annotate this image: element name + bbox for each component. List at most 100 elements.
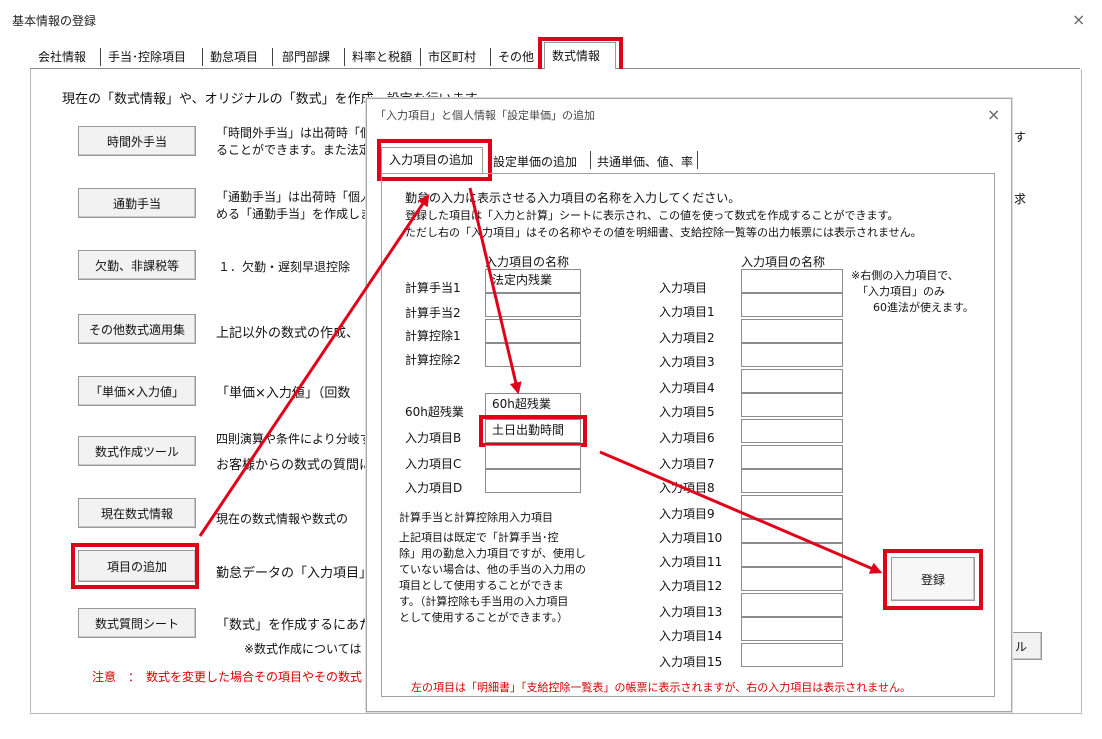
tab-rates-taxes[interactable]: 料率と税額 [352, 46, 412, 68]
commute-button[interactable]: 通勤手当 [78, 188, 196, 218]
overtime-button[interactable]: 時間外手当 [78, 126, 196, 156]
right-label-1: 入力項目1 [659, 305, 715, 319]
calc-desc-5: す。（計算控除も手当用の入力項目 [399, 595, 569, 608]
desc-question: 「数式」を作成するにあたり [216, 618, 366, 633]
left-label-input-d: 入力項目D [405, 481, 463, 495]
dialog-tab-separator [697, 151, 698, 169]
right-field-6[interactable] [741, 419, 843, 443]
tab-municipality[interactable]: 市区町村 [428, 46, 476, 68]
right-label-5: 入力項目5 [659, 405, 715, 419]
desc-unit-price: 「単価×入力値」（回数 [216, 386, 351, 401]
tab-separator [202, 48, 203, 66]
right-fragment-1: す [1014, 130, 1027, 144]
right-field-7[interactable] [741, 445, 843, 469]
highlight-register [883, 549, 983, 610]
right-field-3[interactable] [741, 343, 843, 367]
right-field-9[interactable] [741, 495, 843, 519]
formula-question-button[interactable]: 数式質問シート [78, 608, 196, 638]
dialog-instruction-2: 登録した項目は「入力と計算」シートに表示され、この値を使って数式を作成することが… [405, 209, 899, 222]
window-title: 基本情報の登録 [12, 14, 97, 28]
dialog-footer-note: 左の項目は「明細書」「支給控除一覧表」の帳票に表示されますが、右の入力項目は表示… [411, 681, 911, 694]
desc-tool-1: 四則演算や条件により分岐す [216, 432, 366, 446]
calc-desc-4: 項目として使用することができま [399, 579, 564, 592]
right-label-13: 入力項目13 [659, 605, 723, 619]
tab-allowance-deduction[interactable]: 手当･控除項目 [108, 46, 186, 68]
tab-separator [100, 48, 101, 66]
left-label-60h-overtime: 60h超残業 [405, 405, 464, 419]
right-note-1: ※右側の入力項目で、 [851, 269, 959, 282]
desc-commute-2: める「通勤手当」を作成します [216, 207, 366, 221]
desc-add-item: 勤怠データの「入力項目」、 [216, 566, 366, 581]
right-field-15[interactable] [741, 643, 843, 667]
tab-attendance[interactable]: 勤怠項目 [210, 46, 258, 68]
absence-button[interactable]: 欠勤、非課税等 [78, 250, 196, 280]
right-label-14: 入力項目14 [659, 629, 723, 643]
caution-text: 注意 ： 数式を変更した場合その項目やその数式 [92, 670, 363, 684]
right-label-2: 入力項目2 [659, 331, 715, 345]
window-close-icon[interactable]: × [1072, 10, 1085, 29]
dialog-tab-set-price[interactable]: 設定単価の追加 [493, 153, 577, 170]
right-field-10[interactable] [741, 519, 843, 543]
right-field-4[interactable] [741, 369, 843, 393]
note-formula: ※数式作成については [244, 642, 362, 656]
formula-tool-button[interactable]: 数式作成ツール [78, 436, 196, 466]
calc-desc-2: 除」用の勤怠入力項目ですが、使用し [399, 547, 586, 560]
right-field-11[interactable] [741, 543, 843, 567]
left-field-calc-allowance-2[interactable] [485, 293, 581, 317]
right-field-14[interactable] [741, 617, 843, 641]
dialog-title: 「入力項目」と個人情報「設定単価」の追加 [375, 109, 595, 122]
left-label-input-b: 入力項目B [405, 431, 462, 445]
right-label-11: 入力項目11 [659, 555, 723, 569]
right-label-12: 入力項目12 [659, 579, 723, 593]
right-fragment-2: 求 [1014, 192, 1027, 206]
left-field-input-c[interactable] [485, 445, 581, 469]
right-field-8[interactable] [741, 469, 843, 493]
right-label-8: 入力項目8 [659, 481, 715, 495]
left-label-calc-allowance-1: 計算手当1 [405, 281, 461, 295]
calc-desc-3: ていない場合は、他の手当の入力用の [399, 563, 586, 576]
tab-department[interactable]: 部門部課 [282, 46, 330, 68]
left-field-calc-allowance-1[interactable]: 法定内残業 [485, 269, 581, 293]
tab-company[interactable]: 会社情報 [38, 46, 86, 68]
calc-title: 計算手当と計算控除用入力項目 [399, 511, 553, 524]
left-field-60h-overtime[interactable]: 60h超残業 [485, 393, 581, 417]
dialog-instruction-1: 勤怠の入力に表示させる入力項目の名称を入力してください。 [405, 191, 741, 205]
dialog-tab-separator [590, 151, 591, 169]
highlight-add-item [71, 543, 199, 589]
right-field-12[interactable] [741, 567, 843, 591]
left-field-calc-deduction-1[interactable] [485, 319, 581, 343]
unit-price-button[interactable]: 「単価×入力値」 [78, 376, 196, 406]
app-window: 基本情報の登録 × 会社情報 手当･控除項目 勤怠項目 部門部課 料率と税額 市… [0, 0, 1102, 739]
right-column-header: 入力項目の名称 [741, 255, 826, 269]
desc-other: 上記以外の数式の作成、 [216, 326, 360, 341]
right-label-6: 入力項目6 [659, 431, 715, 445]
desc-commute-1: 「通勤手当」は出荷時「個人 [216, 190, 366, 204]
right-field-2[interactable] [741, 319, 843, 343]
right-field-0[interactable] [741, 269, 843, 293]
right-note-3: 60進法が使えます。 [873, 301, 974, 314]
other-formula-button[interactable]: その他数式適用集 [78, 314, 196, 344]
right-field-13[interactable] [741, 593, 843, 617]
tab-separator [420, 48, 421, 66]
right-label-15: 入力項目15 [659, 655, 723, 669]
left-field-input-d[interactable] [485, 469, 581, 493]
left-label-calc-deduction-1: 計算控除1 [405, 329, 461, 343]
left-field-calc-deduction-2[interactable] [485, 343, 581, 367]
left-label-input-c: 入力項目C [405, 457, 462, 471]
tab-separator [272, 48, 273, 66]
calc-desc-1: 上記項目は既定で「計算手当･控 [399, 531, 559, 544]
dialog-tab-common[interactable]: 共通単価、値、率 [597, 153, 693, 170]
add-item-dialog: 「入力項目」と個人情報「設定単価」の追加 × 入力項目の追加 設定単価の追加 共… [366, 98, 1012, 712]
right-field-5[interactable] [741, 393, 843, 417]
right-field-1[interactable] [741, 293, 843, 317]
right-label-10: 入力項目10 [659, 531, 723, 545]
tab-other[interactable]: その他 [498, 46, 534, 68]
desc-overtime-1: 「時間外手当」は出荷時「個 [216, 126, 366, 140]
left-label-calc-allowance-2: 計算手当2 [405, 306, 461, 320]
calc-desc-6: として使用することができます。） [399, 611, 569, 624]
dialog-close-icon[interactable]: × [987, 105, 1000, 124]
tab-separator [344, 48, 345, 66]
right-label-9: 入力項目9 [659, 507, 715, 521]
left-column-header: 入力項目の名称 [485, 255, 570, 269]
current-formula-button[interactable]: 現在数式情報 [78, 498, 196, 528]
